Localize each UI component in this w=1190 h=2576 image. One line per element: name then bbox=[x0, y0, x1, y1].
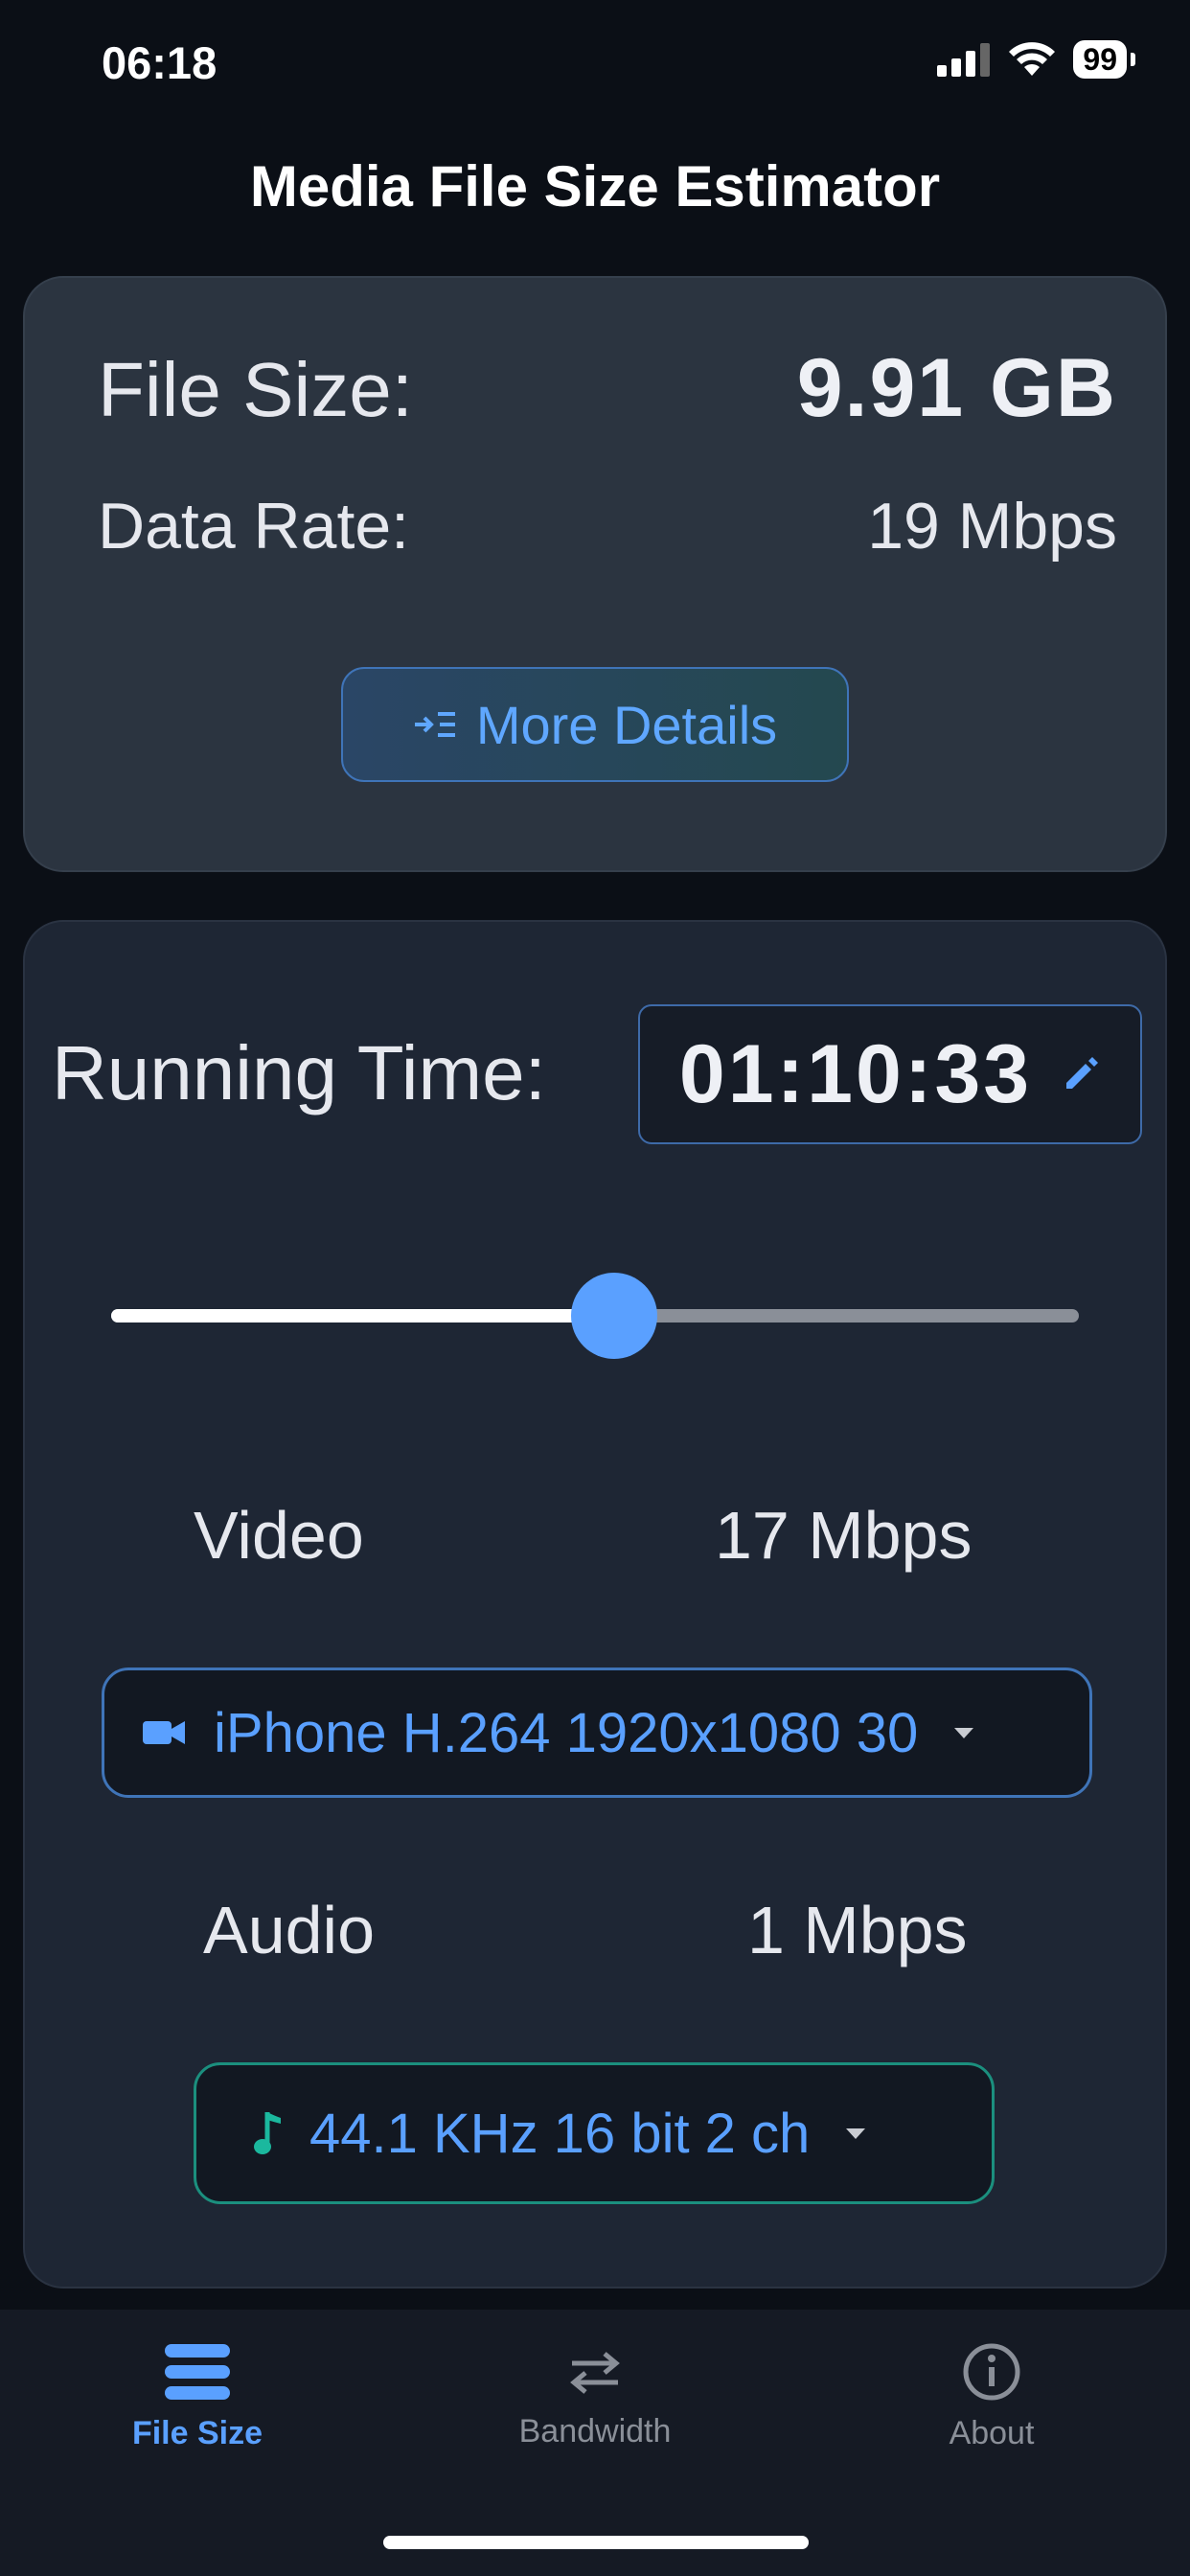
status-bar: 06:18 99 bbox=[0, 0, 1190, 125]
audio-rate: 1 Mbps bbox=[747, 1893, 968, 1967]
video-preset-value: iPhone H.264 1920x1080 30 bbox=[214, 1701, 919, 1764]
wifi-icon bbox=[1009, 42, 1056, 76]
slider-thumb[interactable] bbox=[571, 1273, 658, 1359]
battery-indicator: 99 bbox=[1073, 40, 1135, 79]
status-time: 06:18 bbox=[102, 37, 217, 88]
running-time-label: Running Time: bbox=[52, 1030, 546, 1116]
tab-file-size-label: File Size bbox=[131, 2415, 263, 2451]
info-icon bbox=[963, 2343, 1020, 2401]
pencil-icon[interactable] bbox=[1061, 1054, 1101, 1094]
video-rate: 17 Mbps bbox=[715, 1498, 973, 1573]
cellular-signal-icon bbox=[937, 43, 991, 77]
tab-bandwidth[interactable]: Bandwidth bbox=[451, 2342, 739, 2450]
data-rate-value: 19 Mbps bbox=[867, 490, 1117, 563]
more-details-button[interactable]: More Details bbox=[341, 667, 849, 782]
file-size-row: File Size: 9.91 GB bbox=[98, 341, 1117, 436]
stack-icon bbox=[165, 2344, 230, 2400]
slider-fill bbox=[111, 1309, 615, 1322]
audio-preset-dropdown[interactable]: 44.1 KHz 16 bit 2 ch bbox=[194, 2062, 995, 2204]
file-size-value: 9.91 GB bbox=[796, 342, 1117, 434]
page-title: Media File Size Estimator bbox=[249, 154, 941, 218]
file-size-label: File Size: bbox=[98, 347, 413, 432]
tab-file-size[interactable]: File Size bbox=[54, 2342, 341, 2452]
running-time-slider[interactable] bbox=[111, 1273, 1079, 1359]
video-camera-icon bbox=[143, 1721, 185, 1744]
chevron-down-icon bbox=[846, 2128, 866, 2139]
more-details-label: More Details bbox=[475, 694, 778, 755]
controls-card: Running Time: 01:10:33 Video 17 Mbps iPh… bbox=[23, 920, 1167, 2288]
chevron-down-icon bbox=[954, 1727, 974, 1738]
audio-preset-value: 44.1 KHz 16 bit 2 ch bbox=[309, 2102, 811, 2165]
video-label: Video bbox=[194, 1498, 364, 1573]
running-time-value: 01:10:33 bbox=[678, 1027, 1033, 1120]
video-preset-dropdown[interactable]: iPhone H.264 1920x1080 30 bbox=[102, 1668, 1092, 1798]
data-rate-label: Data Rate: bbox=[98, 490, 410, 563]
summary-card: File Size: 9.91 GB Data Rate: 19 Mbps Mo… bbox=[23, 276, 1167, 872]
tab-bandwidth-label: Bandwidth bbox=[518, 2413, 672, 2450]
tab-about[interactable]: About bbox=[848, 2342, 1135, 2452]
home-indicator bbox=[383, 2536, 809, 2549]
tab-about-label: About bbox=[949, 2415, 1035, 2451]
running-time-field[interactable]: 01:10:33 bbox=[638, 1004, 1142, 1144]
expand-list-icon bbox=[414, 712, 455, 737]
swap-arrows-icon bbox=[570, 2352, 620, 2394]
status-icons: 99 bbox=[937, 40, 1135, 79]
music-note-icon bbox=[254, 2112, 281, 2154]
audio-label: Audio bbox=[203, 1893, 376, 1967]
data-rate-row: Data Rate: 19 Mbps bbox=[98, 489, 1117, 564]
